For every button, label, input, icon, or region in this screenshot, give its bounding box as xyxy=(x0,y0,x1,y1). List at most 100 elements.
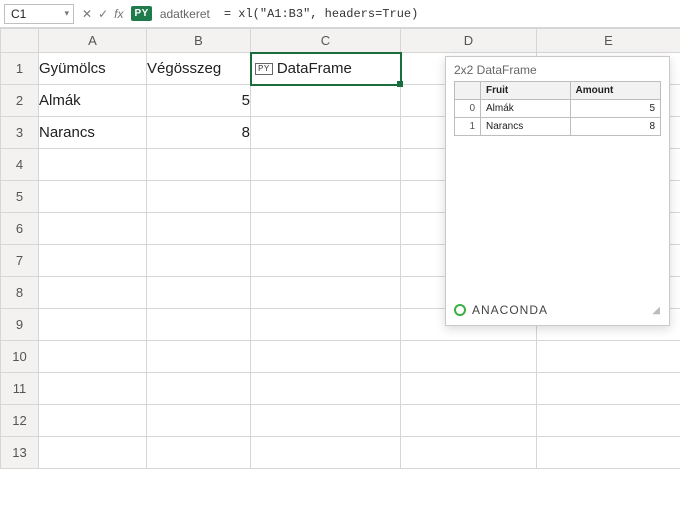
preview-title: 2x2 DataFrame xyxy=(454,63,661,77)
dataframe-label: DataFrame xyxy=(277,60,352,77)
cell-A11[interactable] xyxy=(39,373,147,405)
col-header-B[interactable]: B xyxy=(147,29,251,53)
formula-icons: ✕ ✓ fx xyxy=(78,7,127,21)
cell-B10[interactable] xyxy=(147,341,251,373)
cell-B3[interactable]: 8 xyxy=(147,117,251,149)
cell-A2[interactable]: Almák xyxy=(39,85,147,117)
preview-amount-1: 8 xyxy=(570,118,661,136)
row-header-1[interactable]: 1 xyxy=(1,53,39,85)
cell-C11[interactable] xyxy=(251,373,401,405)
preview-header-row: Fruit Amount xyxy=(455,82,661,100)
preview-fruit-1: Narancs xyxy=(481,118,571,136)
cancel-icon[interactable]: ✕ xyxy=(80,7,94,21)
cell-A8[interactable] xyxy=(39,277,147,309)
cell-B5[interactable] xyxy=(147,181,251,213)
cell-B11[interactable] xyxy=(147,373,251,405)
formula-bar: C1 ▾ ✕ ✓ fx PY adatkeret = xl("A1:B3", h… xyxy=(0,0,680,28)
cell-A4[interactable] xyxy=(39,149,147,181)
preview-footer: ANACONDA ◢ xyxy=(454,303,661,317)
fx-icon[interactable]: fx xyxy=(112,7,125,21)
cell-B12[interactable] xyxy=(147,405,251,437)
cell-D11[interactable] xyxy=(401,373,537,405)
col-header-E[interactable]: E xyxy=(537,29,680,53)
confirm-icon[interactable]: ✓ xyxy=(96,7,110,21)
cell-A1[interactable]: Gyümölcs xyxy=(39,53,147,85)
cell-A9[interactable] xyxy=(39,309,147,341)
formula-text[interactable]: = xl("A1:B3", headers=True) xyxy=(224,7,418,21)
row-header-3[interactable]: 3 xyxy=(1,117,39,149)
cell-B2[interactable]: 5 xyxy=(147,85,251,117)
preview-table: Fruit Amount 0 Almák 5 1 Narancs 8 xyxy=(454,81,661,136)
row-header-12[interactable]: 12 xyxy=(1,405,39,437)
preview-row-1: 1 Narancs 8 xyxy=(455,118,661,136)
preview-fruit-0: Almák xyxy=(481,100,571,118)
row-header-9[interactable]: 9 xyxy=(1,309,39,341)
cell-C1[interactable]: PY DataFrame xyxy=(251,53,401,85)
cell-C9[interactable] xyxy=(251,309,401,341)
cell-C6[interactable] xyxy=(251,213,401,245)
preview-col-fruit: Fruit xyxy=(481,82,571,100)
cell-D12[interactable] xyxy=(401,405,537,437)
cell-A7[interactable] xyxy=(39,245,147,277)
name-box[interactable]: C1 ▾ xyxy=(4,4,74,24)
spreadsheet-grid: A B C D E 1 Gyümölcs Végösszeg PY DataFr… xyxy=(0,28,680,469)
row-header-4[interactable]: 4 xyxy=(1,149,39,181)
cell-E12[interactable] xyxy=(537,405,680,437)
col-header-A[interactable]: A xyxy=(39,29,147,53)
preview-amount-0: 5 xyxy=(570,100,661,118)
preview-row-0: 0 Almák 5 xyxy=(455,100,661,118)
python-cell-icon: PY xyxy=(255,63,273,75)
cell-C7[interactable] xyxy=(251,245,401,277)
cell-A10[interactable] xyxy=(39,341,147,373)
chevron-down-icon[interactable]: ▾ xyxy=(64,8,69,19)
cell-E10[interactable] xyxy=(537,341,680,373)
cell-A3[interactable]: Narancs xyxy=(39,117,147,149)
cell-E13[interactable] xyxy=(537,437,680,469)
python-badge: PY xyxy=(131,6,151,21)
cell-B9[interactable] xyxy=(147,309,251,341)
fill-handle[interactable] xyxy=(397,81,403,87)
anaconda-brand: ANACONDA xyxy=(472,303,548,317)
cell-B4[interactable] xyxy=(147,149,251,181)
cell-B8[interactable] xyxy=(147,277,251,309)
row-header-10[interactable]: 10 xyxy=(1,341,39,373)
cell-A12[interactable] xyxy=(39,405,147,437)
cell-A13[interactable] xyxy=(39,437,147,469)
preview-col-amount: Amount xyxy=(570,82,661,100)
preview-idx-1: 1 xyxy=(455,118,481,136)
cell-C12[interactable] xyxy=(251,405,401,437)
col-header-D[interactable]: D xyxy=(401,29,537,53)
cell-B13[interactable] xyxy=(147,437,251,469)
cell-B6[interactable] xyxy=(147,213,251,245)
cell-C8[interactable] xyxy=(251,277,401,309)
cell-C5[interactable] xyxy=(251,181,401,213)
cell-B7[interactable] xyxy=(147,245,251,277)
row-header-5[interactable]: 5 xyxy=(1,181,39,213)
cell-reference: C1 xyxy=(11,7,26,21)
dataframe-preview-card: 2x2 DataFrame Fruit Amount 0 Almák 5 1 N… xyxy=(445,56,670,326)
row-header-13[interactable]: 13 xyxy=(1,437,39,469)
preview-idx-0: 0 xyxy=(455,100,481,118)
cell-C2[interactable] xyxy=(251,85,401,117)
resize-grip-icon[interactable]: ◢ xyxy=(652,305,661,316)
row-header-6[interactable]: 6 xyxy=(1,213,39,245)
select-all-corner[interactable] xyxy=(1,29,39,53)
cell-E11[interactable] xyxy=(537,373,680,405)
row-header-8[interactable]: 8 xyxy=(1,277,39,309)
row-header-7[interactable]: 7 xyxy=(1,245,39,277)
preview-idx-header xyxy=(455,82,481,100)
cell-A6[interactable] xyxy=(39,213,147,245)
cell-A5[interactable] xyxy=(39,181,147,213)
cell-B1[interactable]: Végösszeg xyxy=(147,53,251,85)
cell-D10[interactable] xyxy=(401,341,537,373)
row-header-2[interactable]: 2 xyxy=(1,85,39,117)
cell-C13[interactable] xyxy=(251,437,401,469)
row-header-11[interactable]: 11 xyxy=(1,373,39,405)
column-header-row: A B C D E xyxy=(1,29,680,53)
variable-name: adatkeret xyxy=(160,7,210,21)
cell-C4[interactable] xyxy=(251,149,401,181)
cell-D13[interactable] xyxy=(401,437,537,469)
cell-C3[interactable] xyxy=(251,117,401,149)
col-header-C[interactable]: C xyxy=(251,29,401,53)
cell-C10[interactable] xyxy=(251,341,401,373)
